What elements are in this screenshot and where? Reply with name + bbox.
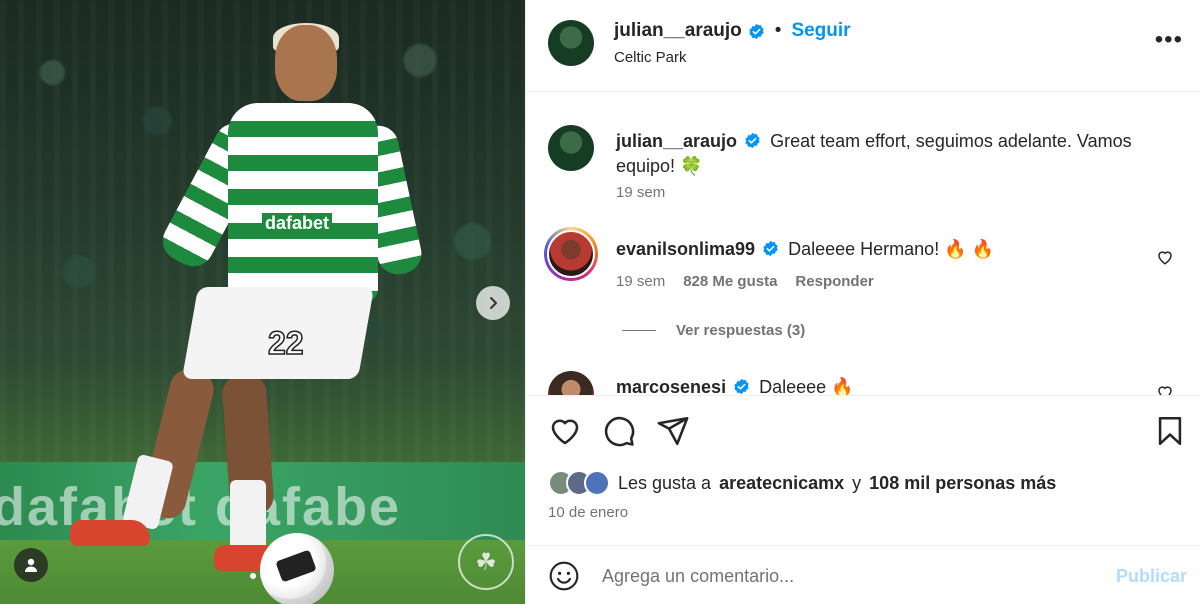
verified-badge-icon (763, 240, 778, 257)
comment-body: marcosenesi Daleeee 🔥 (616, 375, 1156, 395)
more-icon[interactable]: ••• (1155, 28, 1183, 52)
comment-avatar-image (547, 230, 595, 278)
comment-likes[interactable]: 828 Me gusta (683, 273, 777, 290)
heart-icon[interactable] (548, 414, 582, 448)
comment-username[interactable]: marcosenesi (616, 377, 726, 395)
publish-button[interactable]: Publicar (1116, 566, 1187, 587)
user-tag-icon (25, 558, 37, 572)
head (275, 25, 337, 101)
liker-avatars (548, 470, 610, 496)
post-photo[interactable]: dafabet dafabe dafabet 22 ☘ (0, 0, 525, 604)
view-replies-label: Ver respuestas (3) (676, 322, 806, 339)
bookmark-icon[interactable] (1153, 414, 1187, 448)
comment-time[interactable]: 19 sem (616, 273, 665, 290)
comment-composer: Publicar (526, 545, 1200, 604)
heart-icon[interactable] (1156, 248, 1174, 266)
comment-avatar[interactable] (548, 371, 594, 395)
carousel-dots (250, 573, 266, 579)
share-icon[interactable] (656, 414, 690, 448)
shirt-sponsor: dafabet (262, 213, 333, 234)
caption-time[interactable]: 19 sem (616, 184, 665, 201)
liker-avatar (584, 470, 610, 496)
post-date[interactable]: 10 de enero (548, 504, 628, 521)
likes-connector: y (852, 472, 862, 493)
player-figure: dafabet 22 (70, 23, 430, 604)
likes-prefix: Les gusta a (618, 472, 712, 493)
author-row: julian__araujo • Seguir (614, 20, 851, 42)
verified-badge-icon (749, 23, 764, 39)
view-replies-button[interactable]: Ver respuestas (3) (622, 322, 805, 339)
left-boot (70, 520, 150, 546)
reply-button[interactable]: Responder (795, 273, 873, 290)
caption-body: julian__araujo Great team effort, seguim… (616, 129, 1156, 179)
comments-list[interactable]: julian__araujo Great team effort, seguim… (526, 93, 1200, 395)
comment-body: evanilsonlima99 Daleeee Hermano! 🔥 🔥 (616, 237, 1156, 262)
action-bar: Les gusta a areatecnicamx y 108 mil pers… (526, 395, 1200, 545)
shirt-number: 22 (267, 324, 304, 362)
comment-meta: 19 sem 828 Me gusta Responder (616, 273, 874, 290)
caption-meta: 19 sem (616, 184, 665, 201)
next-photo-button[interactable] (476, 286, 510, 320)
heart-icon[interactable] (1156, 383, 1174, 395)
chevron-right-icon (490, 297, 497, 309)
separator-dot: • (774, 20, 782, 41)
celtic-crest-icon: ☘ (458, 534, 514, 590)
likes-others[interactable]: 108 mil personas más (869, 473, 1056, 494)
follow-button[interactable]: Seguir (791, 20, 850, 42)
right-sock (230, 480, 266, 550)
replies-line (622, 330, 656, 331)
likes-summary[interactable]: Les gusta a areatecnicamx y 108 mil pers… (548, 470, 1056, 496)
comment-text: Daleeee 🔥 (759, 377, 854, 395)
verified-badge-icon (734, 378, 749, 395)
hooped-shirt (228, 103, 378, 303)
verified-badge-icon (745, 132, 760, 149)
comment-text: Daleeee Hermano! 🔥 🔥 (788, 239, 995, 259)
likes-user[interactable]: areatecnicamx (719, 473, 844, 494)
comment-input[interactable] (602, 560, 1102, 592)
author-username[interactable]: julian__araujo (614, 20, 742, 42)
post-header: julian__araujo • Seguir Celtic Park ••• (526, 0, 1200, 92)
comment-avatar[interactable] (544, 227, 598, 281)
author-avatar[interactable] (548, 20, 594, 66)
post-sidebar: julian__araujo • Seguir Celtic Park ••• … (525, 0, 1200, 604)
comment-icon[interactable] (602, 414, 636, 448)
comment-username[interactable]: evanilsonlima99 (616, 239, 755, 259)
emoji-icon[interactable] (548, 560, 580, 592)
carousel-dot-active (250, 573, 256, 579)
carousel-dot (260, 573, 266, 579)
caption-username[interactable]: julian__araujo (616, 131, 737, 151)
post-location[interactable]: Celtic Park (614, 49, 687, 66)
caption-avatar[interactable] (548, 125, 594, 171)
post-viewer: dafabet dafabe dafabet 22 ☘ julian__arau… (0, 0, 1200, 604)
tagged-users-button[interactable] (14, 548, 48, 582)
